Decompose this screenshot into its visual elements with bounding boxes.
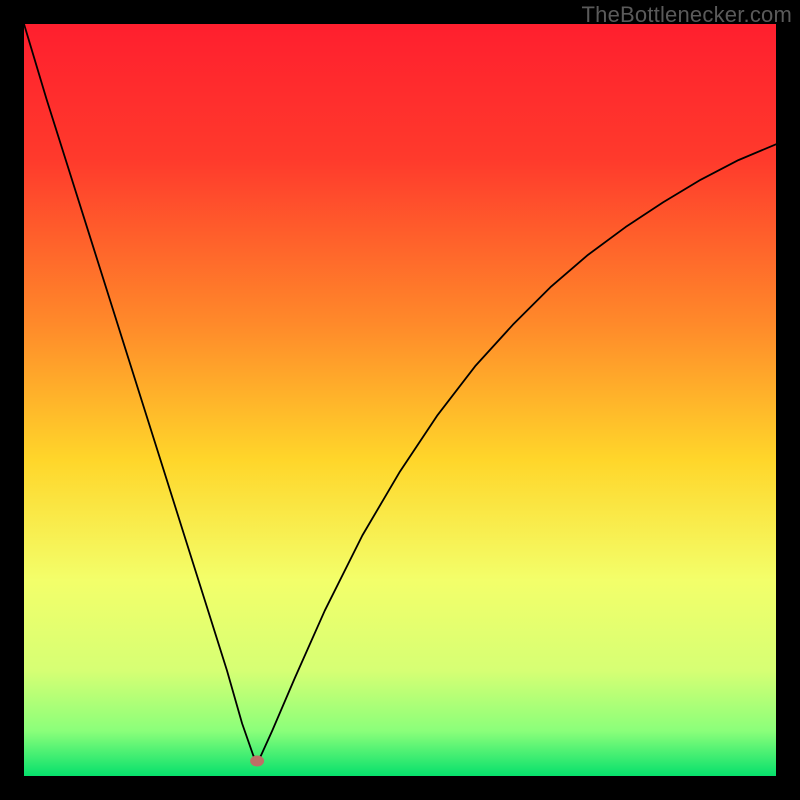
optimal-point-marker [250, 755, 264, 766]
chart-frame: TheBottlenecker.com [0, 0, 800, 800]
gradient-background [24, 24, 776, 776]
bottleneck-chart [24, 24, 776, 776]
